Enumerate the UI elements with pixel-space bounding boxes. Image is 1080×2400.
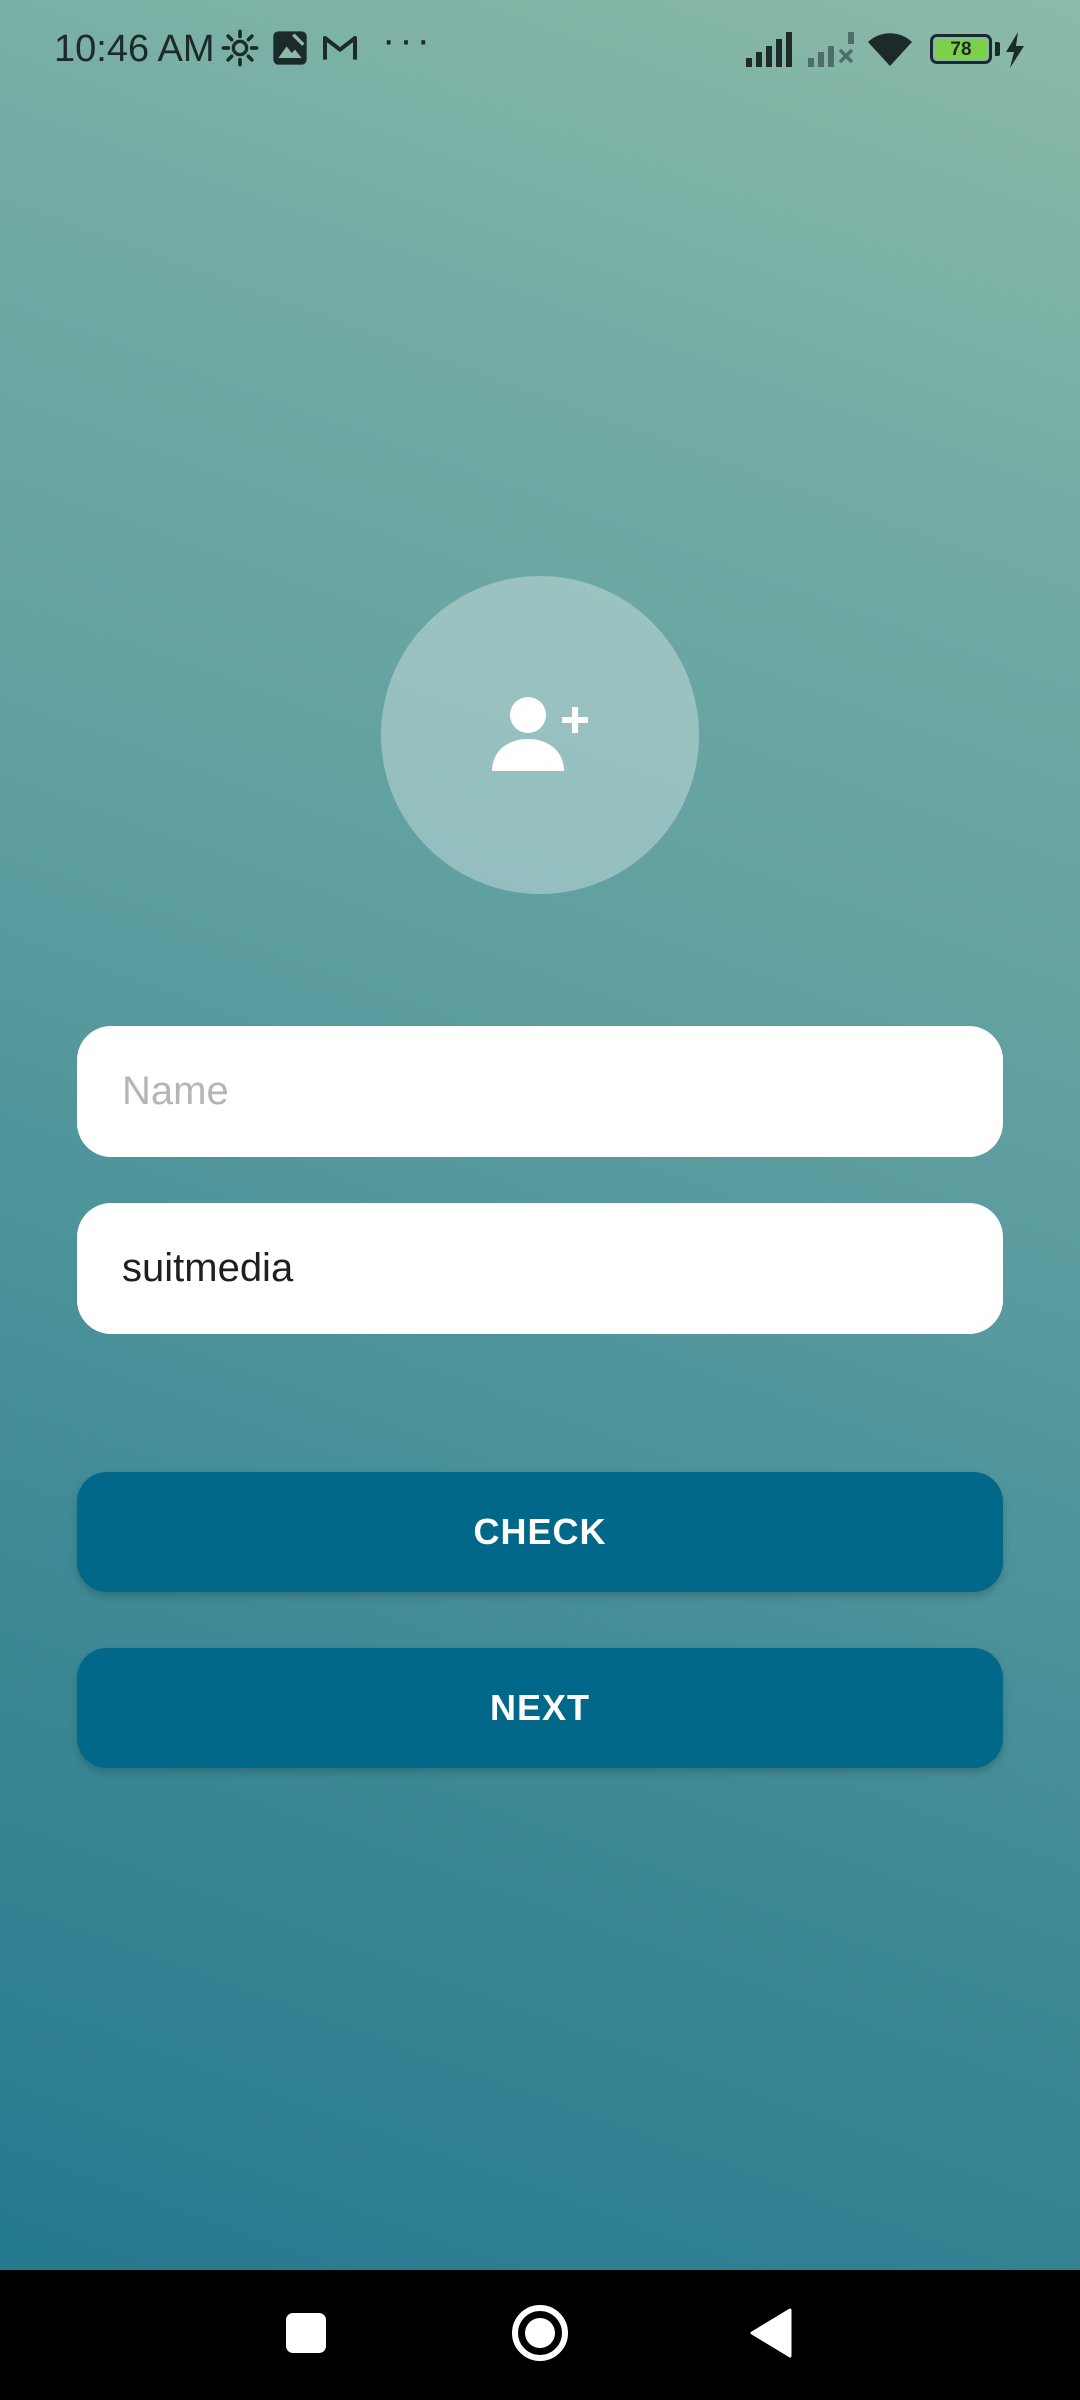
recents-square-icon xyxy=(285,2312,327,2359)
home-button[interactable] xyxy=(500,2270,580,2400)
signal-no-sim-icon xyxy=(808,30,858,73)
name-input[interactable] xyxy=(122,1069,1003,1114)
sentence-input[interactable] xyxy=(122,1246,1003,1291)
back-triangle-icon xyxy=(748,2308,792,2363)
charging-icon xyxy=(1004,32,1026,73)
battery-nub xyxy=(995,42,1000,56)
signal-icon xyxy=(746,30,796,73)
back-button[interactable] xyxy=(730,2270,810,2400)
app-screen: 10:46 AM ··· 78 Name suitmedia CHECK NEX… xyxy=(0,0,1080,2270)
avatar-picker[interactable] xyxy=(381,576,699,894)
battery-level: 78 xyxy=(935,39,987,59)
check-button[interactable]: CHECK xyxy=(77,1472,1003,1592)
battery-icon: 78 xyxy=(930,34,992,64)
gmail-icon xyxy=(320,28,360,73)
home-circle-icon xyxy=(510,2303,570,2368)
status-bar: 10:46 AM ··· 78 xyxy=(0,0,1080,98)
name-field[interactable] xyxy=(77,1026,1003,1157)
recents-button[interactable] xyxy=(266,2270,346,2400)
photo-icon xyxy=(270,28,310,73)
gear-icon xyxy=(220,28,260,73)
next-button[interactable]: NEXT xyxy=(77,1648,1003,1768)
navigation-bar xyxy=(0,2270,1080,2400)
sentence-field[interactable] xyxy=(77,1203,1003,1334)
status-time: 10:46 AM xyxy=(54,28,215,70)
more-icon: ··· xyxy=(382,18,434,62)
wifi-icon xyxy=(866,30,914,73)
person-add-icon xyxy=(490,693,590,778)
